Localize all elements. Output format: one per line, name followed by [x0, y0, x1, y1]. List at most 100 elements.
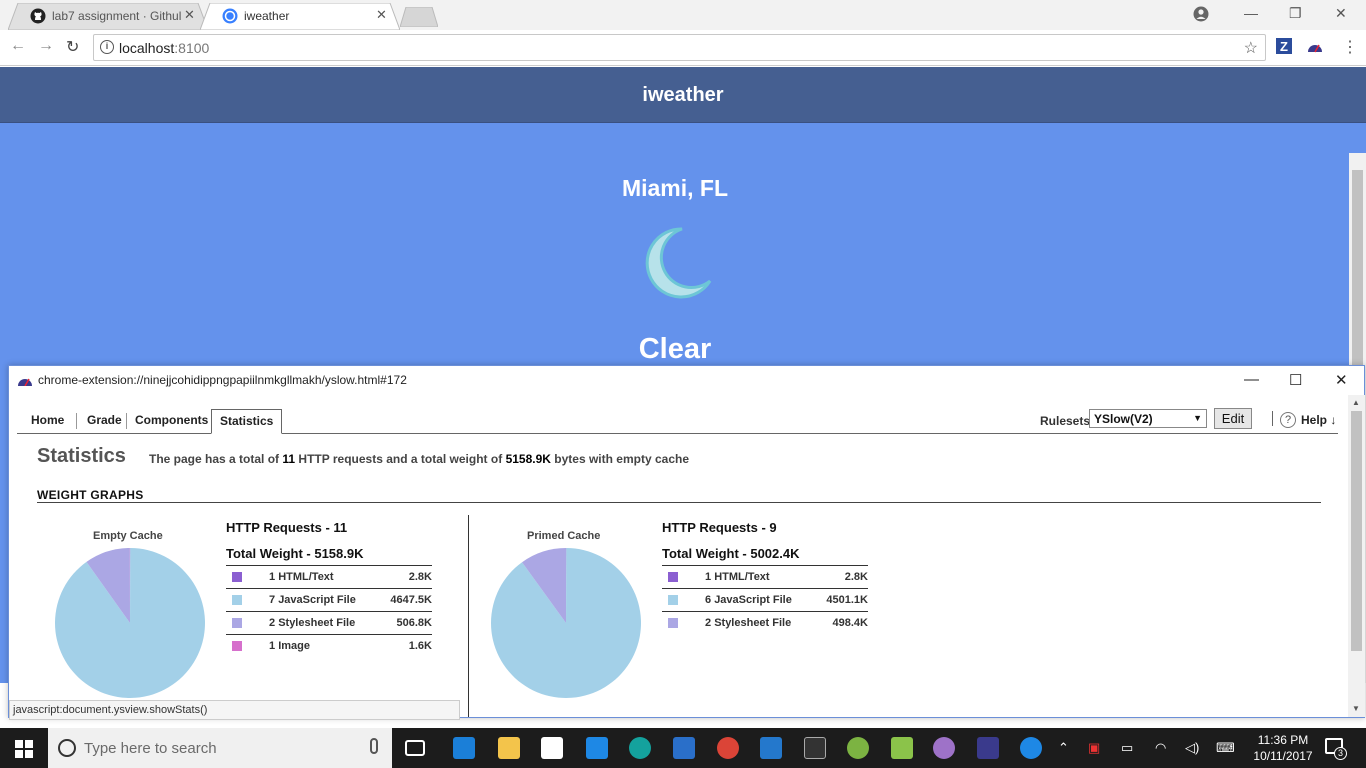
legend-size: 2.8K — [844, 571, 868, 583]
help-icon[interactable] — [1020, 737, 1042, 759]
yslow-scrollbar[interactable]: ▲ ▼ — [1348, 395, 1365, 717]
url-text: localhost:8100 — [119, 40, 209, 56]
edge-icon[interactable] — [453, 737, 475, 759]
ruleset-select[interactable]: YSlow(V2) ▼ — [1089, 409, 1207, 428]
store-icon[interactable] — [541, 737, 563, 759]
ruleset-value: YSlow(V2) — [1094, 412, 1153, 426]
yslow-icon[interactable] — [1307, 38, 1323, 54]
app-icon[interactable] — [891, 737, 913, 759]
legend-label: 2 Stylesheet File — [705, 617, 791, 629]
dropbox-icon[interactable] — [586, 737, 608, 759]
legend-swatch — [668, 572, 678, 582]
close-icon[interactable]: ✕ — [184, 7, 195, 23]
app-header: iweather — [0, 67, 1366, 123]
scrollbar-thumb[interactable] — [1351, 411, 1362, 651]
rulesets-label: Rulesets — [1040, 414, 1091, 428]
statistics-summary: The page has a total of 11 HTTP requests… — [149, 452, 689, 466]
back-button[interactable]: ← — [10, 37, 26, 55]
taskbar: Type here to search ⌃ ▣ ▭ ◠ ◁) ⌨ 11:36 P… — [0, 728, 1366, 768]
zotero-icon[interactable]: Z — [1276, 38, 1292, 54]
tab-strip: lab7 assignment · Githul ✕ iweather ✕ — … — [0, 0, 1366, 30]
legend-row: 2 Stylesheet File 498.4K — [662, 611, 868, 634]
close-window-button[interactable]: ✕ — [1335, 5, 1347, 22]
close-window-button[interactable]: ✕ — [1335, 371, 1348, 389]
minimize-button[interactable]: — — [1244, 5, 1258, 21]
tab-separator — [126, 413, 127, 429]
minimize-button[interactable]: — — [1244, 371, 1259, 388]
edit-button[interactable]: Edit — [1214, 408, 1252, 429]
scroll-up-icon[interactable]: ▲ — [1352, 398, 1360, 407]
file-explorer-icon[interactable] — [498, 737, 520, 759]
legend-swatch — [232, 572, 242, 582]
time: 11:36 PM — [1257, 733, 1309, 747]
taskbar-search[interactable]: Type here to search — [48, 728, 392, 768]
search-icon — [58, 739, 76, 757]
legend-swatch — [668, 618, 678, 628]
address-bar[interactable]: i localhost:8100 ☆ — [93, 34, 1266, 61]
yslow-icon[interactable] — [977, 737, 999, 759]
security-icon[interactable] — [673, 737, 695, 759]
new-tab-button[interactable] — [400, 7, 438, 27]
legend-size: 4647.5K — [390, 594, 432, 606]
legend-type: Stylesheet File — [714, 617, 792, 629]
wifi-icon[interactable]: ◠ — [1155, 740, 1166, 756]
reload-button[interactable]: ↻ — [66, 37, 79, 57]
tab-github[interactable]: lab7 assignment · Githul ✕ — [8, 3, 208, 30]
legend-count: 1 — [269, 571, 276, 583]
maximize-button[interactable]: ☐ — [1289, 371, 1302, 389]
date: 10/11/2017 — [1253, 749, 1313, 763]
divider — [468, 515, 469, 717]
legend-count: 1 — [705, 571, 712, 583]
android-studio-icon[interactable] — [847, 737, 869, 759]
yslow-icon — [18, 378, 32, 386]
weather-condition: Clear — [638, 333, 712, 365]
help-icon[interactable]: ? — [1280, 412, 1296, 428]
github-icon — [30, 8, 46, 24]
tab-home[interactable]: Home — [31, 413, 64, 427]
tab-grade[interactable]: Grade — [87, 413, 122, 427]
legend-label: 6 JavaScript File — [705, 594, 792, 606]
tab-iweather[interactable]: iweather ✕ — [200, 3, 400, 30]
help-link[interactable]: Help ↓ — [1301, 413, 1336, 427]
terminal-icon[interactable] — [804, 737, 826, 759]
battery-icon[interactable]: ▭ — [1121, 740, 1133, 756]
restore-button[interactable]: ❐ — [1289, 5, 1302, 22]
windows-start-icon[interactable] — [15, 740, 33, 758]
legend-count: 7 — [269, 594, 276, 606]
tab-statistics[interactable]: Statistics — [211, 409, 283, 434]
forward-button[interactable]: → — [38, 37, 54, 55]
weight-graphs-title: WEIGHT GRAPHS — [37, 488, 144, 502]
keyboard-icon[interactable]: ⌨ — [1216, 740, 1235, 756]
legend-swatch — [232, 595, 242, 605]
clock[interactable]: 11:36 PM 10/11/2017 — [1251, 732, 1315, 764]
search-placeholder: Type here to search — [84, 740, 217, 757]
legend-type: Image — [278, 640, 310, 652]
url-port: :8100 — [174, 40, 210, 56]
show-hidden-icons[interactable]: ⌃ — [1058, 740, 1069, 756]
tab-title: lab7 assignment · Githul — [52, 9, 182, 23]
profile-icon[interactable] — [1193, 6, 1209, 22]
empty-weight: Total Weight - 5158.9K — [226, 546, 364, 561]
chrome-icon[interactable] — [717, 737, 739, 759]
toolbar: ← → ↻ i localhost:8100 ☆ Z ⋮ — [0, 30, 1366, 66]
window-title: chrome-extension://ninejjcohidippngpapii… — [38, 373, 407, 387]
close-icon[interactable]: ✕ — [376, 7, 387, 23]
legend-type: Stylesheet File — [278, 617, 356, 629]
task-view-icon[interactable] — [405, 740, 425, 756]
tab-separator — [76, 413, 77, 429]
arduino-icon[interactable] — [629, 737, 651, 759]
bookmark-star-icon[interactable]: ☆ — [1244, 38, 1258, 58]
vscode-icon[interactable] — [760, 737, 782, 759]
github-desktop-icon[interactable] — [933, 737, 955, 759]
info-icon[interactable]: i — [100, 40, 114, 54]
menu-icon[interactable]: ⋮ — [1342, 37, 1358, 57]
legend-count: 6 — [705, 594, 712, 606]
microphone-icon[interactable] — [370, 738, 378, 754]
volume-icon[interactable]: ◁) — [1185, 740, 1199, 756]
empty-requests: HTTP Requests - 11 — [226, 520, 348, 535]
primed-requests: HTTP Requests - 9 — [662, 520, 777, 535]
empty-cache-label: Empty Cache — [93, 530, 163, 542]
tab-components[interactable]: Components — [135, 413, 208, 427]
notification-app-icon[interactable]: ▣ — [1088, 740, 1100, 756]
scroll-down-icon[interactable]: ▼ — [1352, 704, 1360, 713]
